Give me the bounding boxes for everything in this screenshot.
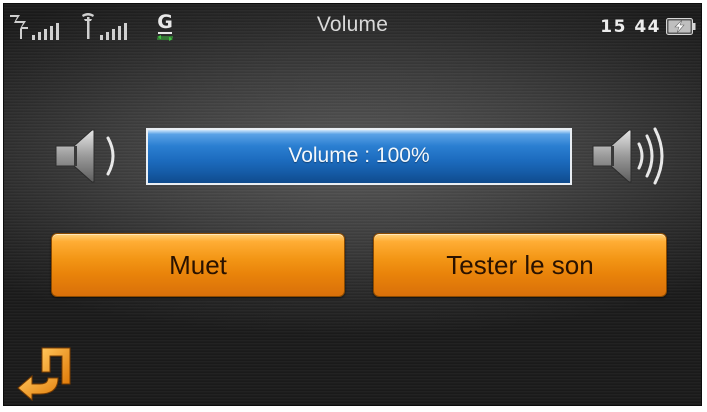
- back-arrow-icon[interactable]: [14, 344, 74, 402]
- page-title: Volume: [316, 13, 389, 36]
- device-screen: G Volume 15 44 Volume: 100% Muet Tester…: [3, 3, 702, 406]
- clock: 15 44: [600, 17, 661, 37]
- status-bar: G Volume 15 44: [4, 4, 701, 48]
- volume-bar[interactable]: Volume : 100%: [146, 128, 572, 185]
- mute-button[interactable]: Muet: [51, 233, 345, 297]
- test-sound-button[interactable]: Tester le son: [373, 233, 667, 297]
- speaker-low-icon[interactable]: [52, 122, 124, 190]
- test-sound-button-label: Tester le son: [446, 249, 594, 280]
- mute-button-label: Muet: [169, 249, 227, 280]
- volume-label: Volume : 100%: [288, 144, 430, 167]
- speaker-high-icon[interactable]: [591, 122, 671, 190]
- battery-charging-icon: [666, 18, 696, 35]
